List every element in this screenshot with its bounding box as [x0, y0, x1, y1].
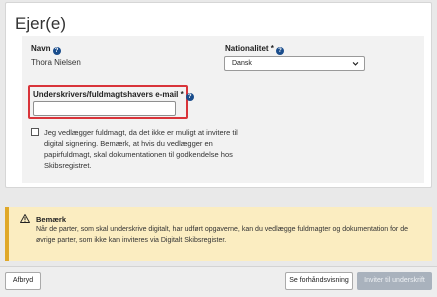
notice-box: Bemærk Når de parter, som skal underskri… [5, 207, 432, 261]
nationality-selected-value: Dansk [232, 60, 252, 67]
nationality-label-row: Nationalitet *? [225, 44, 284, 55]
help-icon[interactable]: ? [52, 47, 61, 55]
help-icon[interactable]: ? [275, 47, 284, 55]
cancel-button[interactable]: Afbryd [5, 272, 41, 290]
footer-bar: Afbryd Se forhåndsvisning Inviter til un… [0, 266, 437, 297]
name-value: Thora Nielsen [31, 58, 81, 67]
owner-panel: Navn? Thora Nielsen Nationalitet *? Dans… [22, 36, 424, 183]
email-input[interactable] [33, 101, 176, 116]
email-highlight: Underskrivers/fuldmagtshavers e-mail *? [28, 85, 194, 119]
email-label: Underskrivers/fuldmagtshavers e-mail * [33, 90, 184, 99]
help-icon[interactable]: ? [185, 93, 194, 101]
name-label-row: Navn? [31, 44, 61, 55]
owner-card: Ejer(e) Navn? Thora Nielsen Nationalitet… [5, 2, 432, 188]
section-title: Ejer(e) [15, 14, 67, 33]
nationality-select[interactable]: Dansk [224, 56, 365, 71]
preview-button[interactable]: Se forhåndsvisning [285, 272, 353, 290]
invite-to-sign-button[interactable]: Inviter til underskrift [357, 272, 432, 290]
nationality-label: Nationalitet * [225, 44, 274, 53]
power-of-attorney-label: Jeg vedlægger fuldmagt, da det ikke er m… [44, 128, 238, 170]
notice-text: Når de parter, som skal underskrive digi… [36, 226, 408, 244]
name-label: Navn [31, 44, 51, 53]
notice-title: Bemærk [36, 215, 67, 224]
warning-icon [20, 214, 30, 223]
power-of-attorney-checkbox[interactable] [31, 128, 39, 136]
chevron-down-icon [352, 62, 359, 66]
email-label-row: Underskrivers/fuldmagtshavers e-mail *? [33, 90, 194, 101]
